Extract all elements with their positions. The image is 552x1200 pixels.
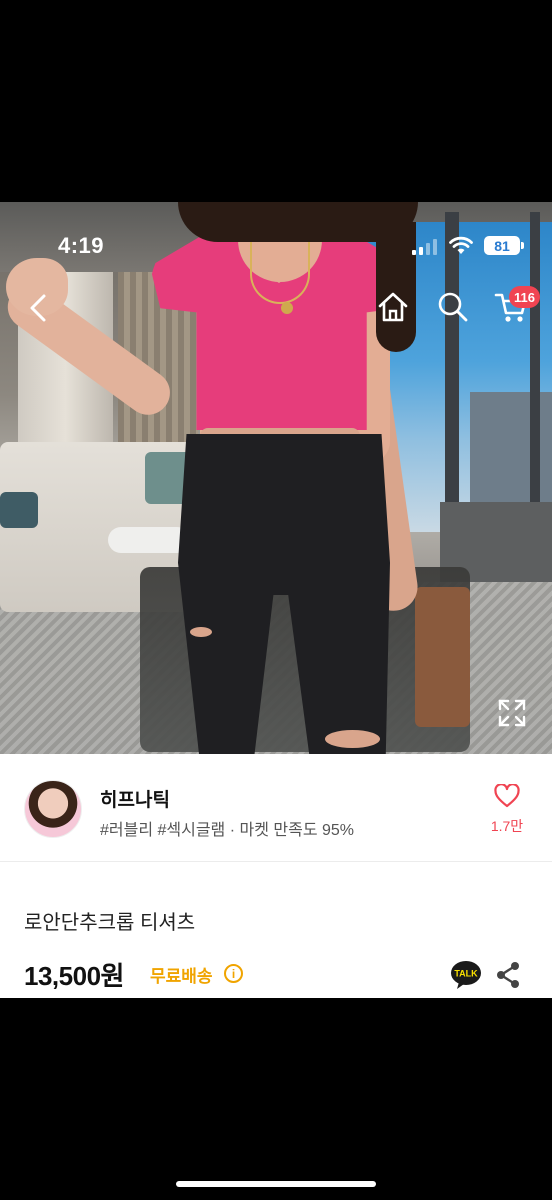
chevron-left-icon[interactable] — [24, 290, 56, 326]
wifi-icon — [449, 236, 473, 254]
like-button[interactable]: 1.7만 — [486, 784, 528, 840]
photo-table — [108, 527, 190, 553]
cart-count-badge: 116 — [509, 286, 540, 308]
product-photo[interactable] — [0, 202, 552, 754]
search-icon[interactable] — [437, 290, 469, 324]
product-info-panel: 히프나틱 #러블리 #섹시글램 · 마켓 만족도 95% 1.7만 로안단추크롭… — [0, 754, 552, 998]
shipping-badge: 무료배송 — [150, 967, 213, 986]
home-indicator[interactable] — [176, 1181, 376, 1187]
battery-indicator: 81 — [484, 236, 520, 255]
signal-icon — [412, 239, 438, 255]
kakao-talk-icon[interactable]: TALK — [450, 960, 482, 990]
status-time: 4:19 — [58, 233, 105, 258]
avatar[interactable] — [24, 780, 82, 838]
photo-side-table — [415, 587, 470, 727]
like-count: 1.7만 — [490, 818, 524, 834]
info-icon[interactable]: i — [224, 964, 243, 983]
heart-icon — [494, 784, 520, 808]
share-icon[interactable] — [495, 961, 521, 989]
product-price: 13,500원 — [24, 961, 124, 991]
home-icon[interactable] — [376, 290, 410, 324]
top-letterbox — [0, 0, 552, 202]
battery-cap — [521, 242, 524, 249]
shop-row[interactable]: 히프나틱 #러블리 #섹시글램 · 마켓 만족도 95% 1.7만 — [0, 754, 552, 862]
bottom-letterbox — [0, 998, 552, 1200]
photo-jeans-rip — [325, 730, 380, 748]
photo-pendant — [281, 302, 293, 314]
expand-icon[interactable] — [497, 698, 527, 728]
photo-cushion — [0, 492, 38, 528]
talk-label: TALK — [454, 969, 478, 979]
product-title: 로안단추크롭 티셔츠 — [24, 912, 196, 934]
shop-name[interactable]: 히프나틱 — [100, 785, 170, 812]
status-bar: 4:19 81 — [0, 202, 552, 280]
photo-jeans-rip — [190, 627, 212, 637]
shop-tags: #러블리 #섹시글램 · 마켓 만족도 95% — [100, 822, 355, 839]
